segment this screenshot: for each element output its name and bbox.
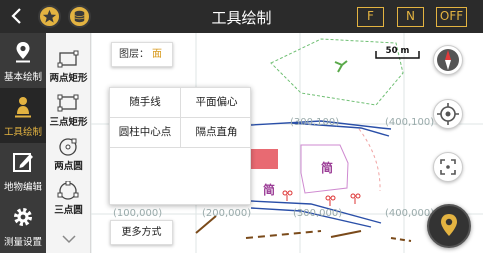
layer-value: 面 [152,49,162,60]
crosshair-icon [437,103,459,125]
tool-label: 三点矩形 [49,117,88,128]
sidebar-item-label: 工具绘制 [3,127,42,138]
menu-item-cylinder-center[interactable]: 圆柱中心点 [110,118,181,147]
sidebar-item-basic-draw[interactable]: 基本绘制 [0,33,46,88]
sidebar-item-label: 基本绘制 [3,72,42,83]
shape-tools-panel: 两点矩形 三点矩形 两点圆 三点圆 [46,33,91,253]
menu-item-plane-offset[interactable]: 平面偏心 [181,88,252,117]
building-label: 简 [321,161,334,175]
gear-icon [14,208,32,226]
location-pin-icon [16,42,30,63]
chevron-down-icon[interactable] [61,233,77,245]
tool-two-point-rect[interactable]: 两点矩形 [46,47,91,87]
sidebar-item-tool-draw[interactable]: 工具绘制 [0,88,46,143]
building-label: 简 [263,183,276,197]
menu-item-freehand-line[interactable]: 随手线 [110,88,181,117]
sidebar-item-label: 地物编辑 [3,182,42,193]
compass-icon [437,49,459,71]
tool-label: 两点圆 [54,161,83,172]
three-point-circle-icon [57,181,79,200]
tool-two-point-circle[interactable]: 两点圆 [46,135,91,175]
n-button[interactable]: N [397,7,424,27]
tool-three-point-rect[interactable]: 三点矩形 [46,91,91,131]
tool-label: 三点圆 [54,205,83,216]
layer-label: 图层： [119,49,149,60]
off-button[interactable]: OFF [436,7,467,27]
grid-coordinate-label: (300,000) [293,208,343,219]
place-point-button[interactable] [427,204,471,248]
grid-coordinate-label: (300,100) [290,117,340,128]
menu-item-alternate-right-angle[interactable]: 隔点直角 [181,118,252,147]
grid-coordinate-label: (400,000) [385,208,435,219]
sidebar-item-label: 测量设置 [3,237,42,248]
scale-bar: 50 m [375,46,420,59]
tool-three-point-circle[interactable]: 三点圆 [46,179,91,219]
location-pin-icon [441,214,457,236]
full-extent-button[interactable] [433,152,463,182]
scale-label: 50 m [385,46,410,56]
tool-label: 两点矩形 [49,73,88,84]
sidebar-item-feature-edit[interactable]: 地物编辑 [0,143,46,198]
two-point-circle-icon [59,138,77,156]
left-sidebar: 基本绘制 工具绘制 地物编辑 测量设置 [0,33,46,253]
grid-coordinate-label: (400,100) [385,117,435,128]
sidebar-item-measure-settings[interactable]: 测量设置 [0,198,46,253]
more-methods-button[interactable]: 更多方式 [110,220,173,245]
three-point-rect-icon [57,94,79,112]
person-pin-icon [15,97,31,118]
draw-method-menu: 随手线 平面偏心 圆柱中心点 隔点直角 [109,87,252,205]
edit-icon [13,153,33,172]
compass-button[interactable] [433,45,463,75]
two-point-rect-icon [57,50,79,68]
layer-selector[interactable]: 图层：面 [111,42,173,67]
f-button[interactable]: F [357,7,384,27]
locate-button[interactable] [433,99,463,129]
fullscreen-icon [440,159,456,175]
grid-coordinate-label: (200,000) [202,208,252,219]
top-bar: 工具绘制 F N OFF [0,0,483,33]
grid-coordinate-label: (100,000) [113,208,163,219]
